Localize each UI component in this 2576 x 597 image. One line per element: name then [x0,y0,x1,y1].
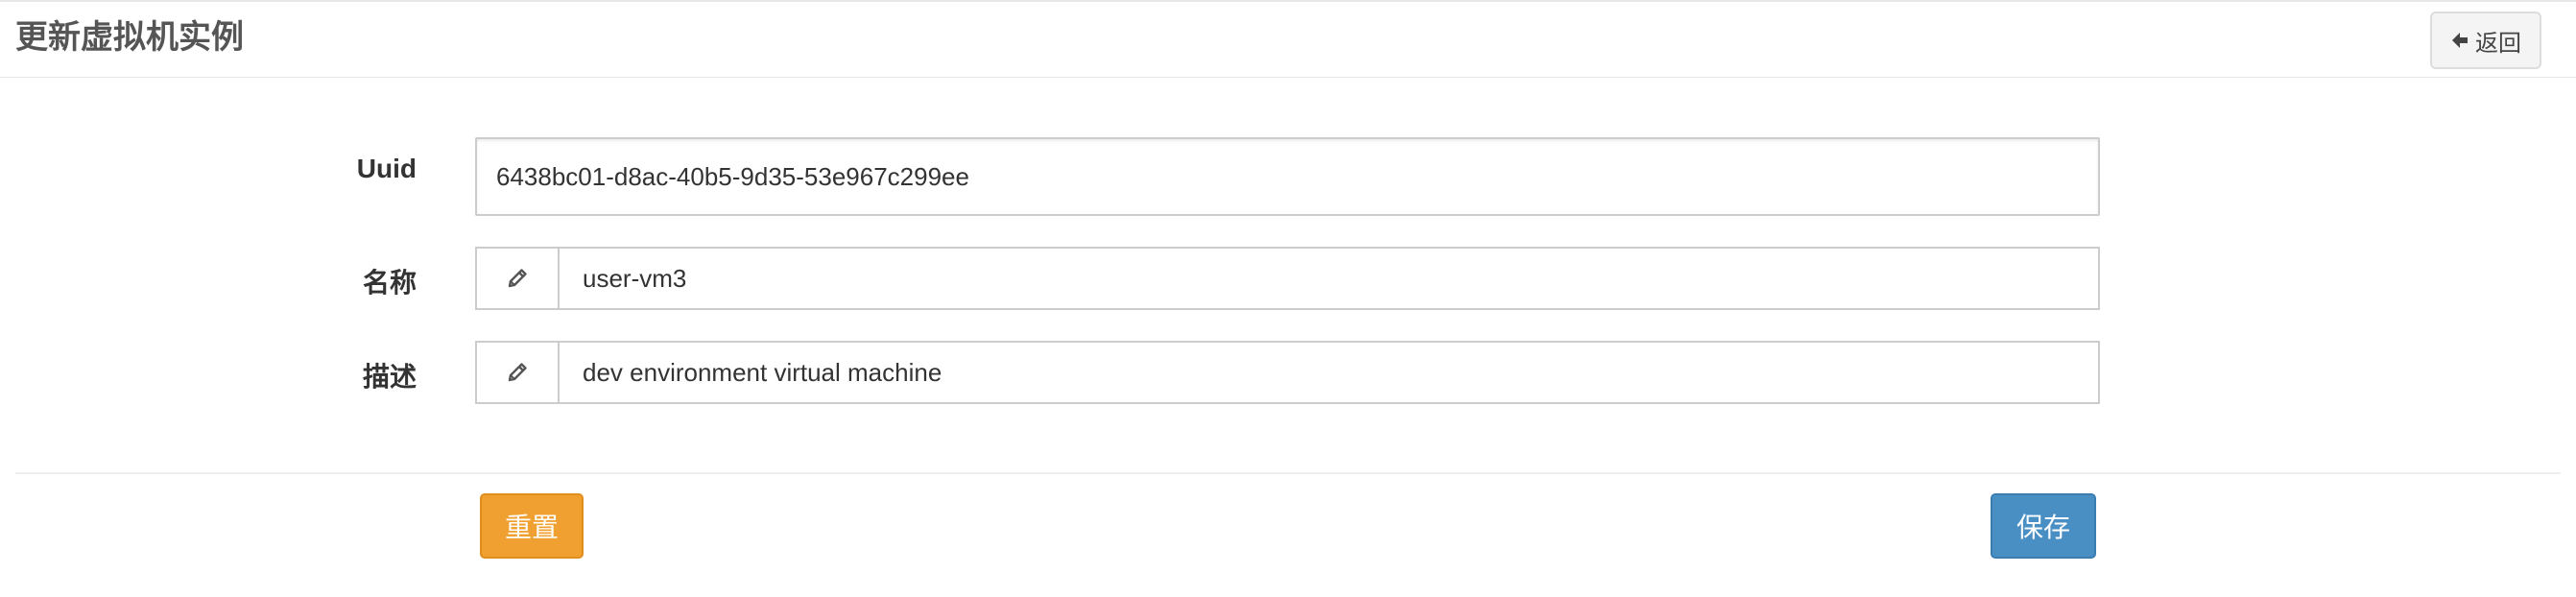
description-input[interactable] [560,343,2098,402]
name-input[interactable] [560,249,2098,308]
save-button[interactable]: 保存 [1991,493,2096,559]
arrow-left-icon [2450,31,2469,50]
description-label: 描述 [362,362,417,392]
description-input-group [475,341,2100,404]
page-title: 更新虚拟机实例 [15,19,244,56]
page-header: 更新虚拟机实例 返回 [0,0,2576,78]
name-label: 名称 [362,268,417,298]
back-button[interactable]: 返回 [2430,12,2541,69]
reset-button[interactable]: 重置 [480,493,584,559]
uuid-label: Uuid [356,154,417,183]
update-vm-page: 更新虚拟机实例 返回 Uuid 名称 [0,0,2576,597]
uuid-input[interactable] [475,137,2100,216]
form-divider [15,472,2561,474]
pencil-icon [477,343,560,402]
back-button-label: 返回 [2475,30,2521,57]
pencil-icon [477,249,560,308]
name-input-group [475,247,2100,310]
